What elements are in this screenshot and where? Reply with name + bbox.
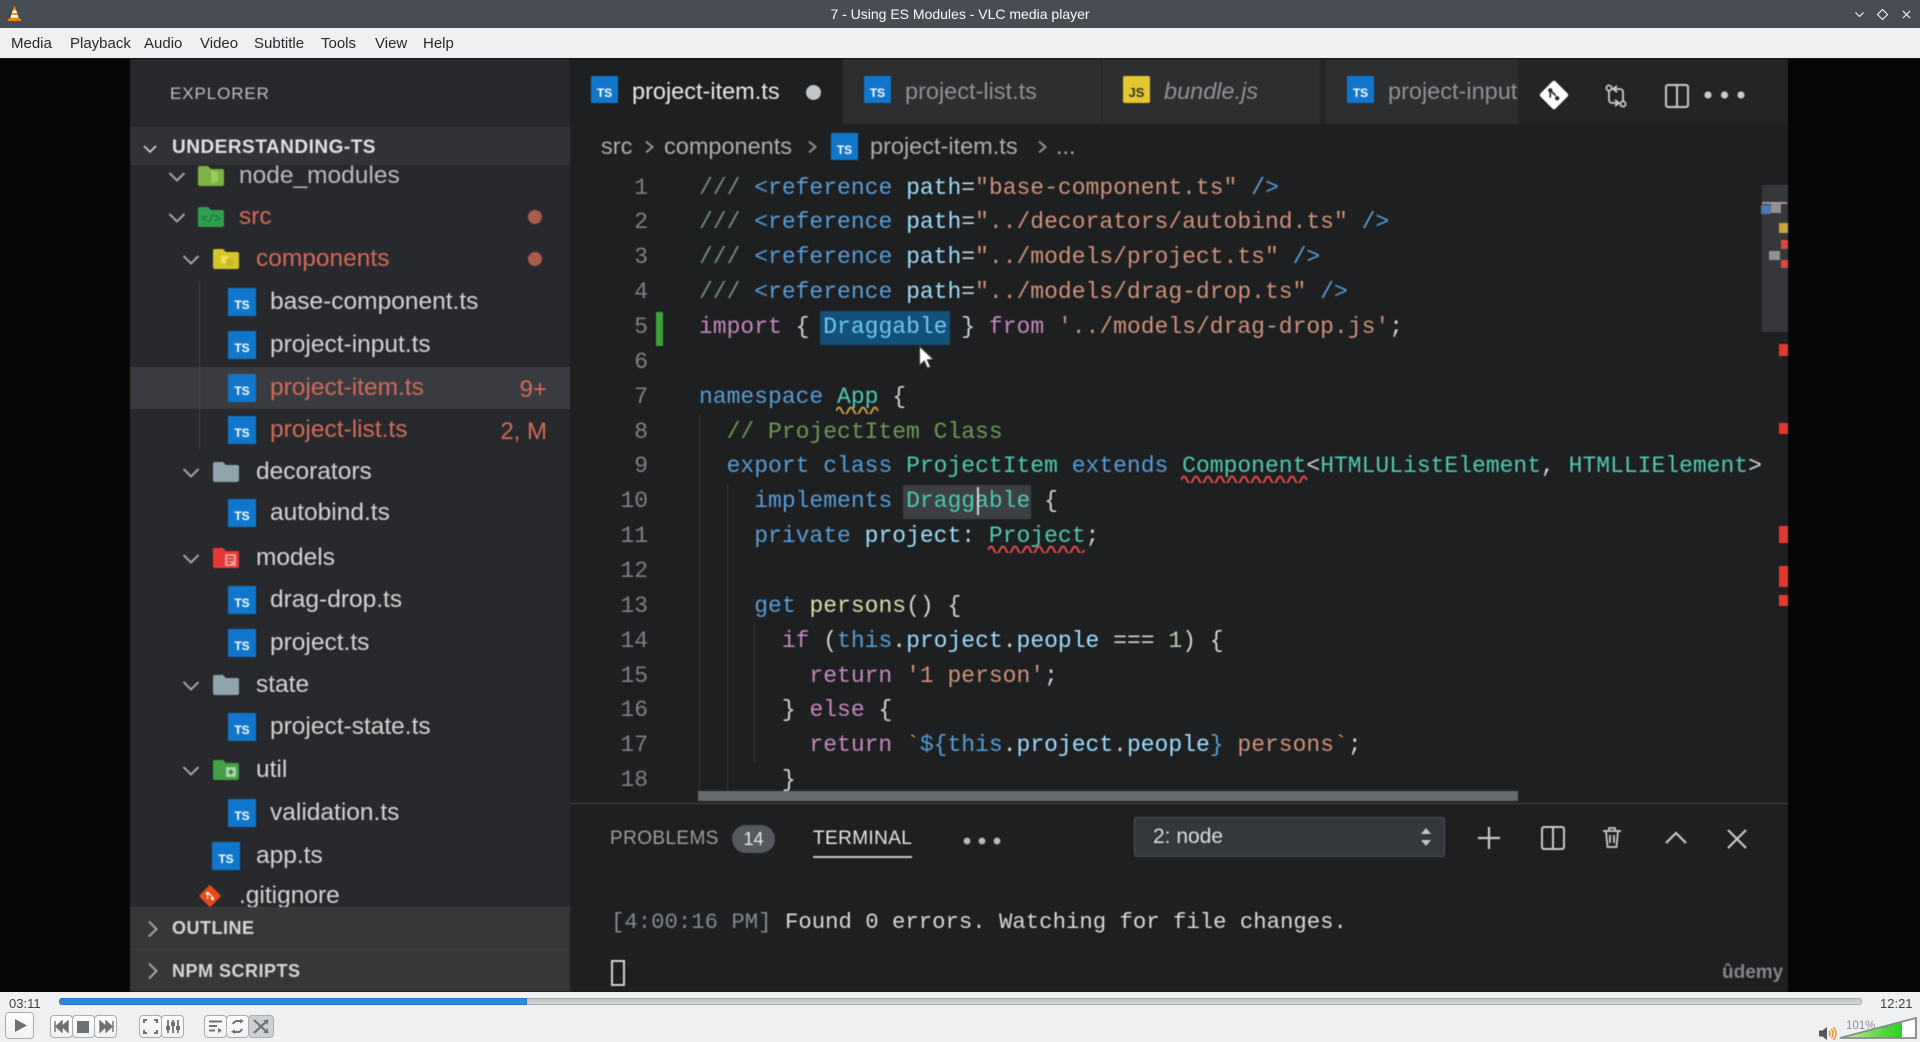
svg-text:</>: </> (201, 214, 221, 226)
